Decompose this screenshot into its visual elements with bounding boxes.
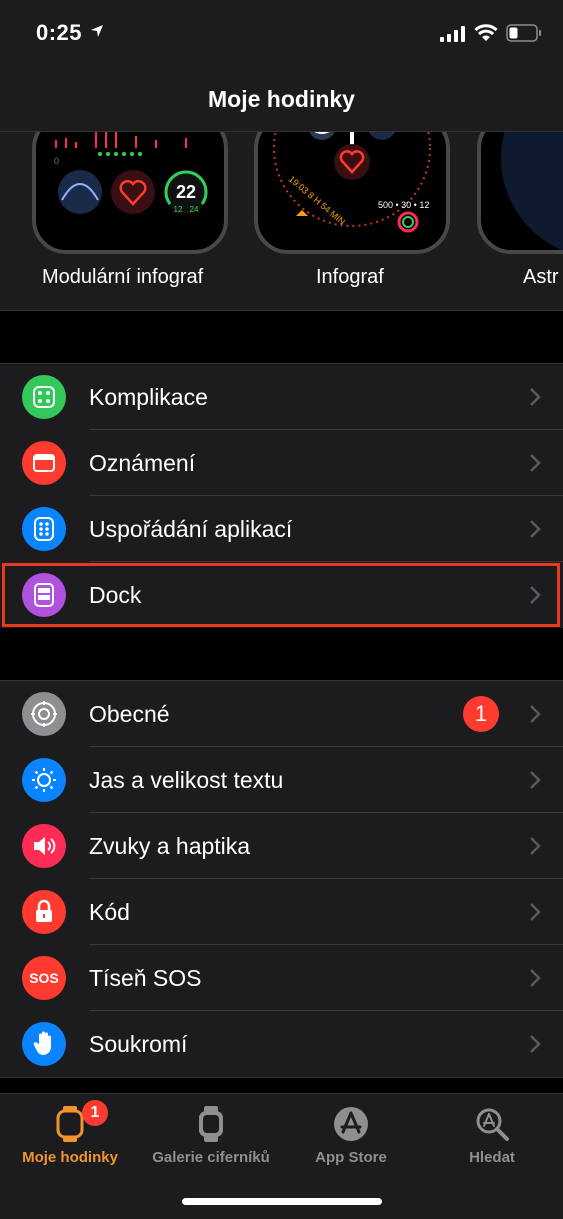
watch-face-graphic: 0 22 12 24 <box>54 132 208 214</box>
settings-row-tisen-sos[interactable]: SOS Tíseň SOS <box>0 945 563 1011</box>
tab-label: Hledat <box>469 1149 515 1166</box>
row-label: Oznámení <box>89 450 196 476</box>
settings-row-usporadani-aplikaci[interactable]: Uspořádání aplikací <box>0 496 563 562</box>
settings-row-obecne[interactable]: Obecné 1 <box>0 681 563 747</box>
watch-face-preview <box>477 132 563 254</box>
svg-text:0: 0 <box>54 156 59 166</box>
tab-badge: 1 <box>82 1100 108 1126</box>
sos-icon-text: SOS <box>29 970 59 986</box>
notification-badge: 1 <box>463 696 499 732</box>
row-label: Obecné <box>89 701 170 727</box>
status-bar: 0:25 <box>0 0 563 70</box>
complications-icon <box>22 375 66 419</box>
sos-icon: SOS <box>22 956 66 1000</box>
complication-min: 12 <box>174 205 183 214</box>
chevron-right-icon <box>530 903 541 921</box>
chevron-right-icon <box>530 837 541 855</box>
row-label: Soukromí <box>89 1031 188 1057</box>
chevron-right-icon <box>530 454 541 472</box>
hand-icon <box>22 1022 66 1066</box>
chevron-right-icon <box>530 1035 541 1053</box>
row-label: Tíseň SOS <box>89 965 202 991</box>
settings-row-soukromi[interactable]: Soukromí <box>0 1011 563 1077</box>
watch-face-graphic <box>501 132 563 250</box>
search-icon <box>476 1108 509 1141</box>
row-label: Kód <box>89 899 130 925</box>
divider <box>0 310 563 311</box>
app-store-icon <box>334 1107 368 1141</box>
watch-face-label: Astr <box>523 266 559 288</box>
watch-face-preview: 19:03 8 H 54 MIN 500 • 30 • 12 <box>254 132 450 254</box>
settings-row-jas-a-velikost-textu[interactable]: Jas a velikost textu <box>0 747 563 813</box>
settings-row-kod[interactable]: Kód <box>0 879 563 945</box>
row-label: Komplikace <box>89 384 208 410</box>
lock-icon <box>22 890 66 934</box>
wifi-icon <box>474 24 498 41</box>
location-arrow-icon <box>91 25 103 37</box>
cellular-signal-icon <box>440 26 465 42</box>
speaker-icon <box>22 824 66 868</box>
chevron-right-icon <box>530 705 541 723</box>
watch-face-label: Modulární infograf <box>42 266 204 288</box>
status-time: 0:25 <box>36 20 83 45</box>
chevron-right-icon <box>530 969 541 987</box>
settings-row-oznameni[interactable]: Oznámení <box>0 430 563 496</box>
gear-icon <box>22 692 66 736</box>
app-layout-icon <box>22 507 66 551</box>
watch-face-label: Infograf <box>316 266 384 288</box>
dock-highlight-frame <box>2 563 560 627</box>
row-label: Jas a velikost textu <box>89 767 284 793</box>
home-indicator[interactable] <box>182 1198 382 1205</box>
notifications-icon <box>22 441 66 485</box>
chevron-right-icon <box>530 520 541 538</box>
watch-face-preview: 0 22 12 24 <box>32 132 228 254</box>
watch-face-gallery-icon <box>199 1106 223 1142</box>
complication-max: 24 <box>190 205 199 214</box>
watch-faces-carousel[interactable]: 0 22 12 24 Modulární infograf 19:03 8 H … <box>0 132 563 310</box>
chevron-right-icon <box>530 771 541 789</box>
complication-text: 19:03 8 H 54 MIN <box>287 174 347 227</box>
tab-label: Moje hodinky <box>22 1149 118 1166</box>
row-label: Zvuky a haptika <box>89 833 251 859</box>
complication-value: 22 <box>176 182 196 202</box>
navigation-bar: Moje hodinky <box>0 70 563 132</box>
row-label: Uspořádání aplikací <box>89 516 293 542</box>
battery-icon <box>506 24 541 42</box>
chevron-right-icon <box>530 388 541 406</box>
settings-group-2: Obecné 1 Jas a velikost textu Zvuky a ha… <box>0 680 563 1078</box>
page-title: Moje hodinky <box>208 86 355 112</box>
tab-label: Galerie ciferníků <box>152 1149 270 1166</box>
activity-values: 500 • 30 • 12 <box>378 200 429 210</box>
settings-row-komplikace[interactable]: Komplikace <box>0 364 563 430</box>
tab-label: App Store <box>315 1149 387 1166</box>
settings-row-zvuky-a-haptika[interactable]: Zvuky a haptika <box>0 813 563 879</box>
brightness-icon <box>22 758 66 802</box>
watch-face-graphic: 19:03 8 H 54 MIN 500 • 30 • 12 <box>273 132 431 233</box>
